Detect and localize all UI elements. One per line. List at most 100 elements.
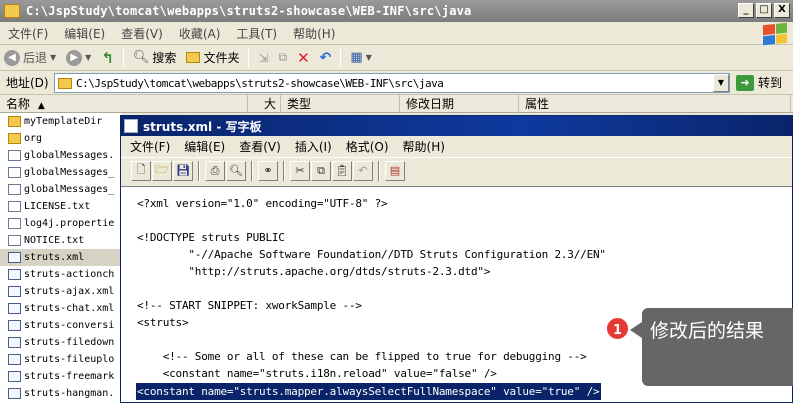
list-item[interactable]: struts-ajax.xml [0,283,122,300]
menu-help[interactable]: 帮助(H) [285,25,343,42]
list-item[interactable]: struts-filedown [0,334,122,351]
menu-file[interactable]: 文件(F) [0,25,56,42]
copy-button[interactable]: ⧉ [311,160,331,181]
address-dropdown-button[interactable]: ▼ [713,74,729,92]
insert-datetime-button[interactable]: ▤ [385,160,405,181]
undo-button[interactable]: ↶ [316,47,336,69]
column-modified[interactable]: 修改日期 [400,95,519,113]
go-label: 转到 [758,76,783,90]
file-name: org [24,133,43,144]
list-item[interactable]: struts-chat.xml [0,300,122,317]
delete-button[interactable]: ✕ [293,47,314,69]
callout-pointer [630,322,642,338]
copy-icon: ⧉ [317,163,325,177]
column-attributes[interactable]: 属性 [519,95,791,113]
list-item[interactable]: globalMessages_ [0,164,122,181]
print-preview-icon: 🔍︎ [229,164,243,177]
menu-edit[interactable]: 编辑(E) [56,25,113,42]
file-icon [8,371,21,382]
column-type-label: 类型 [287,97,312,111]
list-item[interactable]: org [0,130,122,147]
move-to-button[interactable]: ⇲ [254,47,272,69]
paste-button[interactable]: 📋︎ [332,160,352,181]
save-icon: 💾︎ [176,164,190,177]
list-item[interactable]: myTemplateDir [0,113,122,130]
move-to-icon: ⇲ [258,50,269,65]
paste-icon: 📋︎ [335,164,349,177]
folders-label: 文件夹 [203,51,240,65]
forward-button[interactable]: ▶ ▼ [62,47,95,69]
wp-menu-insert[interactable]: 插入(I) [288,138,339,155]
code-line: <?xml version="1.0" encoding="UTF-8" ?> [137,197,388,210]
file-list: myTemplateDir org globalMessages. globalMes… [0,113,122,403]
file-name: struts-chat.xml [24,303,115,314]
list-item[interactable]: log4j.propertie [0,215,122,232]
file-name: struts-ajax.xml [24,286,115,297]
search-label: 搜索 [152,51,177,65]
code-line: "http://struts.apache.org/dtds/struts-2.… [137,265,491,278]
file-icon [8,201,21,212]
toolbar-separator [340,47,342,68]
list-item[interactable]: struts-fileuplo [0,351,122,368]
file-name: struts-fileuplo [24,354,115,365]
print-preview-button[interactable]: 🔍︎ [226,160,246,181]
back-button[interactable]: ◀ 后退 ▼ [0,47,60,69]
list-item[interactable]: globalMessages. [0,147,122,164]
list-item[interactable]: struts-freemark [0,368,122,385]
file-icon [8,388,21,399]
cut-button[interactable]: ✂ [290,160,310,181]
wordpad-menu-bar: 文件(F) 编辑(E) 查看(V) 插入(I) 格式(O) 帮助(H) [121,136,792,157]
address-input[interactable]: C:\JspStudy\tomcat\webapps\struts2-showc… [54,73,730,93]
list-item[interactable]: struts-hangman. [0,385,122,402]
window-controls: _ □ X [738,3,790,18]
list-item[interactable]: struts-actionch [0,266,122,283]
list-item[interactable]: LICENSE.txt [0,198,122,215]
save-button[interactable]: 💾︎ [173,160,193,181]
wp-menu-format[interactable]: 格式(O) [339,138,396,155]
wp-menu-file[interactable]: 文件(F) [123,138,177,155]
explorer-title-bar[interactable]: C:\JspStudy\tomcat\webapps\struts2-showc… [0,0,793,22]
print-button[interactable]: ⎙ [205,160,225,181]
code-line: <!-- START SNIPPET: xworkSample --> [137,299,362,312]
wordpad-title-bar[interactable]: struts.xml - 写字板 [121,116,792,136]
go-button[interactable]: ➜ 转到 [736,74,782,91]
close-button[interactable]: X [774,3,790,18]
column-type[interactable]: 类型 [281,95,400,113]
file-icon [8,150,21,161]
list-item[interactable]: NOTICE.txt [0,232,122,249]
undo-button[interactable]: ↶ [353,160,373,181]
wp-menu-edit[interactable]: 编辑(E) [177,138,232,155]
new-document-button[interactable]: 🗋︎ [131,160,151,181]
chevron-down-icon: ▼ [50,53,57,62]
new-document-icon: 🗋︎ [136,163,146,176]
wp-menu-view[interactable]: 查看(V) [232,138,288,155]
file-name: struts-hangman. [24,388,115,399]
up-button[interactable]: ↰ [97,47,118,69]
folders-button[interactable]: 文件夹 [182,47,243,69]
views-button[interactable]: ▦ ▼ [346,47,375,69]
list-item[interactable]: struts.xml [0,249,122,266]
code-line: <!DOCTYPE struts PUBLIC [137,231,285,244]
menu-view[interactable]: 查看(V) [113,25,171,42]
column-name[interactable]: 名称 ▲ [0,95,248,113]
explorer-toolbar: ◀ 后退 ▼ ▶ ▼ ↰ 🔍︎ 搜索 文件夹 ⇲ ⧉ ✕ ↶ ▦ ▼ [0,45,793,71]
code-line: <constant name="struts.devMode" value="f… [137,400,471,402]
open-button[interactable]: 🗁︎ [152,160,172,181]
find-button[interactable]: ⚭ [258,160,278,181]
minimize-button[interactable]: _ [738,3,754,18]
toolbar-separator [283,160,285,181]
copy-to-icon: ⧉ [278,50,288,64]
copy-to-button[interactable]: ⧉ [275,47,292,69]
list-item[interactable]: globalMessages_ [0,181,122,198]
menu-tools[interactable]: 工具(T) [228,25,285,42]
menu-favorites[interactable]: 收藏(A) [171,25,229,42]
column-size[interactable]: 大小 [248,95,281,129]
wordpad-toolbar: 🗋︎ 🗁︎ 💾︎ ⎙ 🔍︎ ⚭ ✂ ⧉ 📋︎ ↶ ▤ [121,157,792,183]
file-icon [8,303,21,314]
maximize-button[interactable]: □ [756,3,772,18]
search-button[interactable]: 🔍︎ 搜索 [129,47,181,69]
list-item[interactable]: struts-conversi [0,317,122,334]
file-icon [8,252,21,263]
wp-menu-help[interactable]: 帮助(H) [396,138,452,155]
file-name: struts-conversi [24,320,115,331]
